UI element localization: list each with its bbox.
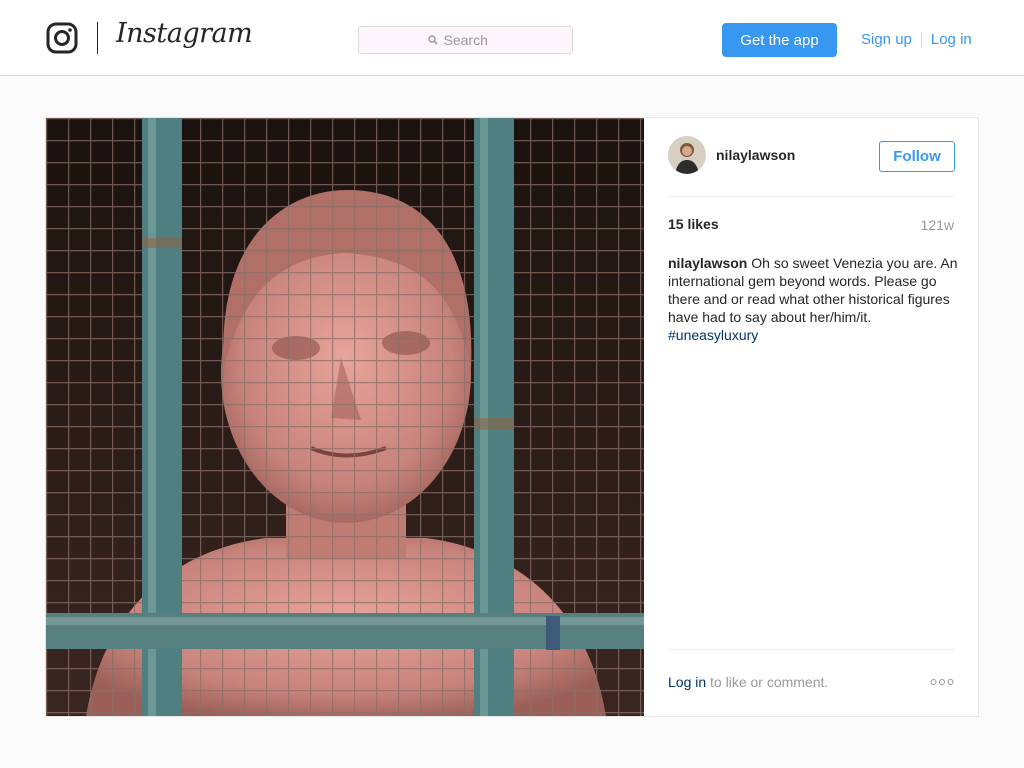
search-icon (427, 35, 438, 45)
post-header: nilaylawson Follow (668, 118, 955, 197)
top-navigation: Instagram Get the app Sign up Log in (0, 0, 1024, 76)
statue-behind-bars-image (46, 118, 644, 716)
search-input[interactable] (443, 32, 504, 48)
footer-login-link[interactable]: Log in (668, 674, 706, 690)
post-age[interactable]: 121w (921, 217, 954, 233)
avatar[interactable] (668, 136, 706, 174)
login-prompt-text: to like or comment. (710, 674, 829, 690)
signup-link[interactable]: Sign up (861, 31, 912, 48)
instagram-camera-icon[interactable] (46, 22, 78, 54)
search-box[interactable] (358, 26, 573, 54)
get-app-button[interactable]: Get the app (722, 23, 837, 57)
auth-divider (920, 31, 922, 48)
instagram-wordmark[interactable]: Instagram (116, 18, 253, 49)
post-photo[interactable] (46, 118, 644, 716)
caption-author[interactable]: nilaylawson (668, 255, 747, 271)
login-link[interactable]: Log in (931, 31, 972, 48)
logo-divider (97, 22, 98, 54)
post-card: nilaylawson Follow 15 likes 121w nilayla… (45, 117, 979, 717)
likes-count[interactable]: 15 likes (668, 216, 719, 232)
login-prompt: Log in to like or comment. (668, 674, 828, 690)
user-avatar-image (668, 136, 706, 174)
post-caption: nilaylawson Oh so sweet Venezia you are.… (668, 254, 958, 344)
more-options-icon[interactable] (930, 676, 954, 688)
post-details: nilaylawson Follow 15 likes 121w nilayla… (644, 118, 978, 716)
post-author[interactable]: nilaylawson (716, 147, 795, 163)
auth-links: Sign up Log in (861, 31, 972, 48)
hashtag-link[interactable]: #uneasyluxury (668, 327, 758, 343)
follow-button[interactable]: Follow (879, 141, 955, 172)
post-footer: Log in to like or comment. (668, 649, 954, 717)
